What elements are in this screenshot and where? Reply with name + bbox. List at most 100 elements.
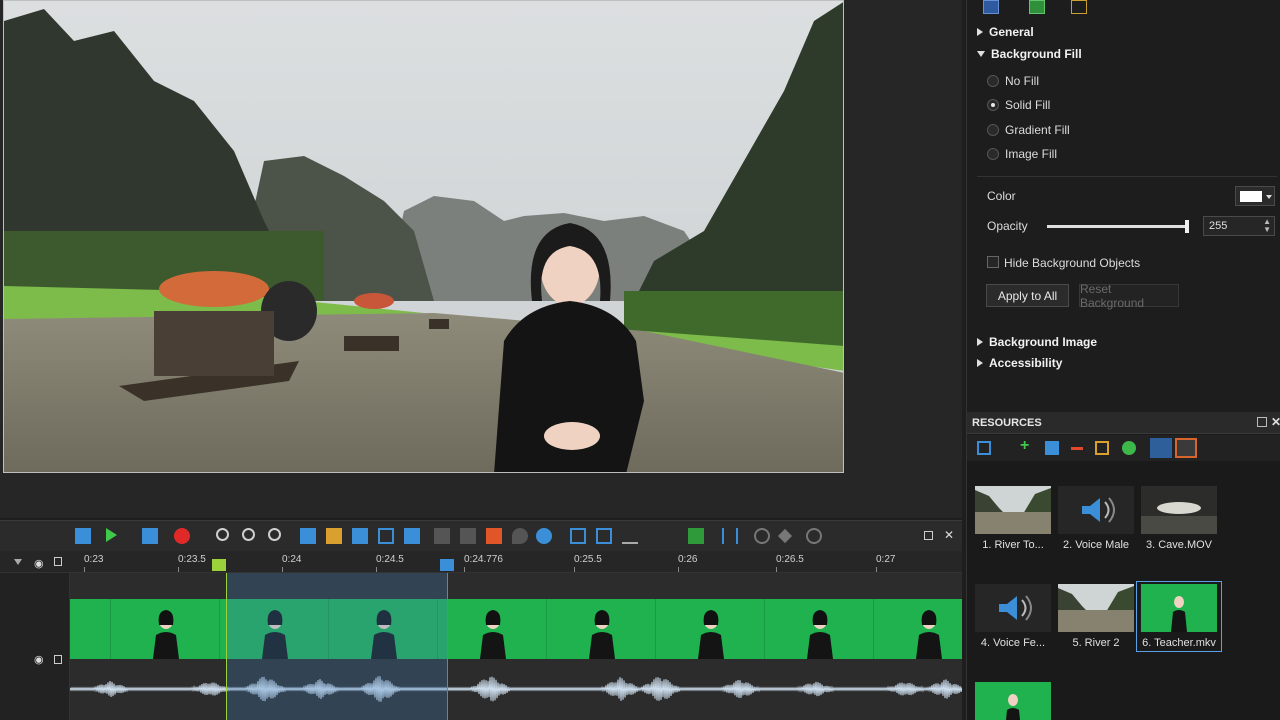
close-icon[interactable]: ✕ — [1271, 415, 1280, 429]
restore-icon[interactable] — [924, 531, 933, 540]
opacity-label: Opacity — [987, 219, 1028, 233]
reset-background-button[interactable]: Reset Background — [1079, 282, 1179, 310]
ruler-tick — [84, 567, 85, 572]
clip-frame — [546, 599, 655, 659]
section-background-image[interactable]: Background Image — [977, 335, 1097, 349]
ruler-tick — [876, 567, 877, 572]
opacity-input[interactable]: 255 ▲ ▼ — [1203, 216, 1275, 236]
marker-icon[interactable] — [300, 528, 316, 544]
selection-start-line[interactable] — [226, 573, 227, 720]
transform-icon[interactable] — [404, 528, 420, 544]
play-icon[interactable] — [106, 528, 117, 542]
lock-icon[interactable] — [54, 557, 62, 566]
ruler-tick — [776, 567, 777, 572]
video-clip-teacher[interactable] — [70, 599, 962, 659]
resource-item[interactable] — [973, 682, 1053, 720]
toggle-blue-icon[interactable] — [1150, 438, 1172, 458]
motion-icon[interactable] — [486, 528, 502, 544]
keyframe-icon[interactable] — [777, 528, 793, 544]
radio-button-selected[interactable] — [987, 99, 999, 111]
resource-thumbnail — [1058, 584, 1134, 632]
time-ruler[interactable]: 0:23 0:23.5 0:24 0:24.5 0:24.776 0:25.5 0:26 0:… — [0, 551, 962, 573]
radio-no-fill[interactable]: No Fill — [987, 74, 1039, 88]
divider — [977, 176, 1277, 177]
playhead-line[interactable] — [447, 573, 448, 720]
view-mode-icon[interactable] — [977, 441, 991, 455]
opacity-slider[interactable] — [1047, 220, 1189, 233]
restore-icon[interactable] — [1257, 417, 1267, 427]
crop-icon[interactable] — [378, 528, 394, 544]
resource-thumbnail — [1141, 486, 1217, 534]
audio-levels-icon[interactable] — [622, 528, 638, 544]
eye-icon[interactable]: ◉ — [34, 653, 44, 666]
radio-button[interactable] — [987, 75, 999, 87]
radio-button[interactable] — [987, 148, 999, 160]
animation-tab-icon[interactable] — [1029, 0, 1045, 14]
section-general[interactable]: General — [977, 25, 1034, 39]
stop-icon[interactable] — [142, 528, 158, 544]
radio-solid-fill[interactable]: Solid Fill — [987, 98, 1050, 112]
apply-to-all-button[interactable]: Apply to All — [986, 284, 1069, 307]
snap-icon[interactable] — [722, 528, 738, 544]
lock-icon[interactable] — [54, 655, 62, 664]
hide-bg-checkbox[interactable] — [987, 256, 999, 268]
radio-gradient-fill[interactable]: Gradient Fill — [987, 123, 1070, 137]
radio-image-fill[interactable]: Image Fill — [987, 147, 1057, 161]
replace-icon[interactable] — [1095, 441, 1109, 455]
clip-frame — [655, 599, 764, 659]
preview-scene-image — [4, 1, 843, 472]
properties-tab-icon[interactable] — [983, 0, 999, 14]
zoom-in-icon[interactable] — [216, 528, 229, 541]
properties-panel: General Background Fill No Fill Solid Fi… — [966, 0, 1280, 412]
close-icon[interactable]: ✕ — [944, 528, 954, 542]
audio-waveform[interactable] — [70, 669, 962, 709]
expand-arrow-icon — [977, 338, 983, 346]
video-preview[interactable] — [3, 0, 844, 473]
section-accessibility[interactable]: Accessibility — [977, 356, 1062, 370]
image-effect-icon[interactable] — [570, 528, 586, 544]
resource-item[interactable]: 2. Voice Male — [1056, 486, 1136, 551]
resource-item[interactable]: 5. River 2 — [1056, 584, 1136, 649]
color-swatch — [1240, 191, 1262, 202]
radio-button[interactable] — [987, 124, 999, 136]
info-icon[interactable] — [1122, 441, 1136, 455]
collapse-arrow-icon — [977, 51, 985, 57]
track-area[interactable] — [70, 573, 962, 720]
spinner-arrows-icon[interactable]: ▲ ▼ — [1263, 218, 1271, 234]
effects-tab-icon[interactable] — [1071, 0, 1087, 14]
clip-frame — [110, 599, 219, 659]
color-picker[interactable] — [1235, 186, 1275, 206]
closed-caption-icon[interactable] — [688, 528, 704, 544]
selection-start-marker[interactable] — [212, 559, 226, 571]
resource-item[interactable]: 6. Teacher.mkv — [1136, 581, 1222, 652]
zoom-out-icon[interactable] — [242, 528, 255, 541]
hide-bg-label: Hide Background Objects — [1004, 256, 1141, 270]
undo-icon[interactable] — [754, 528, 770, 544]
resource-item[interactable]: 3. Cave.MOV — [1139, 486, 1219, 551]
remove-icon[interactable] — [1071, 447, 1083, 450]
playhead-marker[interactable] — [440, 559, 454, 571]
resource-item[interactable]: 1. River To... — [973, 486, 1053, 551]
resource-label: 3. Cave.MOV — [1145, 539, 1213, 551]
clip-frame — [437, 599, 546, 659]
redo-icon[interactable] — [806, 528, 822, 544]
copy-icon[interactable] — [352, 528, 368, 544]
opacity-slider-thumb[interactable] — [1185, 220, 1189, 233]
grid-icon[interactable] — [1045, 441, 1059, 455]
toggle-orange-icon[interactable] — [1175, 438, 1197, 458]
distribute-icon — [460, 528, 476, 544]
select-tool-icon[interactable] — [75, 528, 91, 544]
chevron-down-icon[interactable] — [14, 559, 22, 565]
align-icon — [434, 528, 450, 544]
clip-frame — [764, 599, 873, 659]
add-icon[interactable]: + — [1020, 437, 1029, 455]
selection-range[interactable] — [226, 573, 447, 720]
section-background-fill[interactable]: Background Fill — [977, 47, 1082, 61]
split-icon[interactable] — [326, 528, 342, 544]
eye-icon[interactable]: ◉ — [34, 557, 44, 570]
zoom-fit-icon[interactable] — [268, 528, 281, 541]
resource-item[interactable]: 4. Voice Fe... — [973, 584, 1053, 649]
overlay-icon[interactable] — [596, 528, 612, 544]
record-icon[interactable] — [174, 528, 190, 544]
color-adjust-icon[interactable] — [536, 528, 552, 544]
